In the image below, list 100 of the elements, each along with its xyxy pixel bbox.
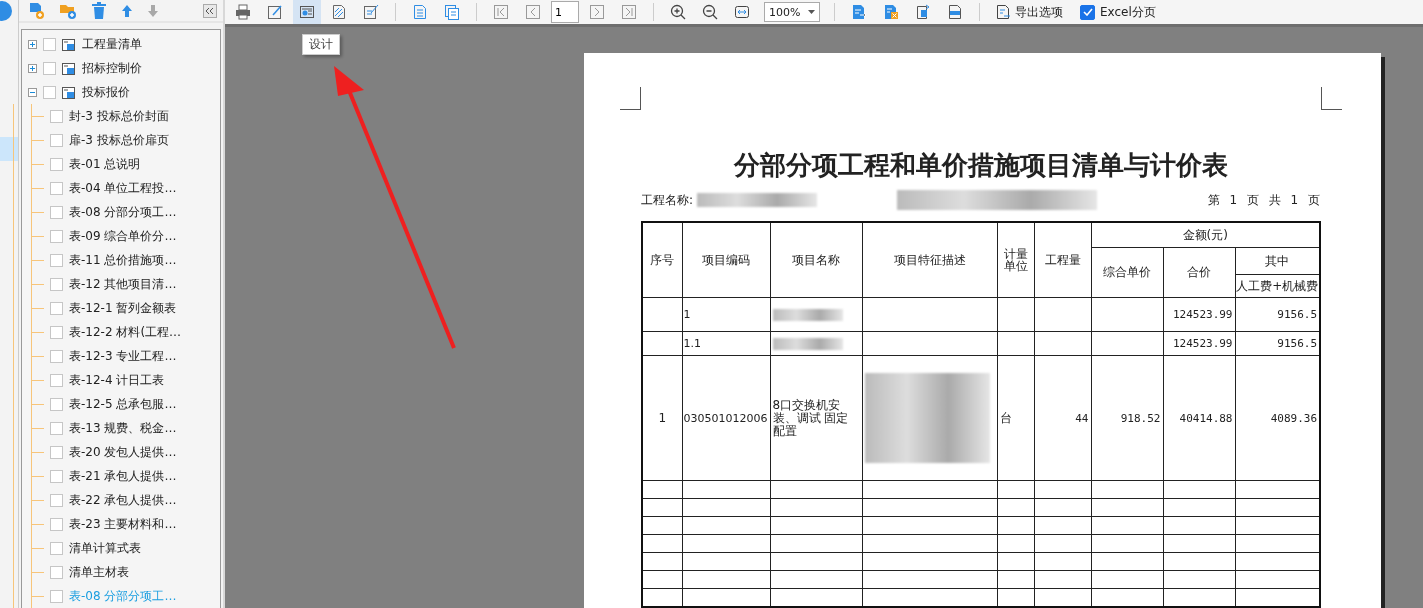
expand-node-icon[interactable] (28, 39, 37, 49)
tree-item[interactable]: 表-21 承包人提供… (69, 467, 177, 485)
checkbox[interactable] (50, 469, 63, 483)
checkbox[interactable] (50, 589, 63, 603)
checkbox[interactable] (43, 61, 56, 75)
tree-item[interactable]: 表-13 规费、税金… (69, 419, 177, 437)
tree-item[interactable]: 表-09 综合单价分… (69, 227, 177, 245)
tree-item[interactable]: 封-3 投标总价封面 (69, 107, 169, 125)
checkbox[interactable] (50, 205, 63, 219)
tree-item[interactable]: 表-12-5 总承包服… (69, 395, 177, 413)
tree-item[interactable]: 表-12 其他项目清… (69, 275, 177, 293)
document-icon (412, 4, 428, 20)
checkbox[interactable] (50, 445, 63, 459)
table-cell: 40414.88 (1163, 355, 1235, 481)
table-cell (1034, 297, 1091, 332)
tree-item[interactable]: 表-22 承包人提供… (69, 491, 177, 509)
zoom-out-icon (702, 4, 718, 20)
tree-item[interactable]: 表-23 主要材料和… (69, 515, 177, 533)
expand-node-icon[interactable] (28, 63, 37, 73)
column-header: 计量单位 (997, 222, 1034, 298)
previous-page-icon (525, 4, 541, 20)
checkbox[interactable] (50, 181, 63, 195)
report-folder-icon (62, 37, 76, 51)
collapse-node-icon[interactable] (28, 87, 37, 97)
page-info: 第 1 页 共 1 页 (1207, 191, 1320, 209)
chart-panel-icon (299, 4, 315, 20)
checkbox[interactable] (43, 37, 56, 51)
checkbox[interactable] (50, 493, 63, 507)
column-header: 工程量 (1034, 222, 1091, 298)
table-cell: 1 (642, 355, 682, 481)
checkbox[interactable] (50, 301, 63, 315)
trash-icon[interactable] (91, 1, 107, 20)
table-cell: 918.52 (1091, 355, 1163, 481)
tree-item[interactable]: 表-20 发包人提供… (69, 443, 177, 461)
export-options-button[interactable]: 导出选项 (990, 0, 1068, 24)
zoom-select[interactable]: 100% (764, 2, 820, 22)
column-header: 项目特征描述 (862, 222, 997, 298)
tree-item[interactable]: 投标报价 (82, 83, 130, 101)
report-folder-icon (62, 61, 76, 75)
checkbox[interactable] (50, 373, 63, 387)
first-page-icon (493, 4, 509, 20)
pencil-icon (267, 4, 283, 20)
export-document-icon (851, 4, 867, 20)
column-header: 序号 (642, 222, 682, 298)
last-page-icon (621, 4, 637, 20)
checkbox[interactable] (50, 541, 63, 555)
table-cell: 030501012006 (682, 355, 770, 481)
table-cell: 124523.99 (1163, 297, 1235, 332)
crop-mark (620, 87, 641, 110)
table-document-icon (915, 4, 931, 20)
checkbox[interactable] (50, 133, 63, 147)
add-file-icon[interactable] (27, 1, 45, 20)
table-cell: 8口交换机安装、调试 固定配置 (770, 355, 862, 481)
printer-icon (235, 4, 251, 20)
checkbox[interactable] (50, 109, 63, 123)
excel-paging-checkbox[interactable]: Excel分页 (1080, 3, 1156, 21)
crop-mark (1321, 87, 1342, 110)
tree-item[interactable]: 表-11 总价措施项… (69, 251, 177, 269)
checkbox[interactable] (50, 157, 63, 171)
checkbox[interactable] (50, 397, 63, 411)
tree-item[interactable]: 表-12-3 专业工程… (69, 347, 177, 365)
tooltip: 设计 (302, 34, 340, 55)
table-cell: 124523.99 (1163, 331, 1235, 356)
tree-item[interactable]: 扉-3 投标总价扉页 (69, 131, 169, 149)
export-options-icon (995, 4, 1011, 20)
project-name-label: 工程名称: (641, 191, 694, 209)
tree-item[interactable]: 工程量清单 (82, 35, 142, 53)
dropdown-caret-icon (808, 10, 815, 14)
table-cell (642, 297, 682, 332)
column-header: 综合单价 (1091, 247, 1163, 298)
table-cell: 台 (997, 355, 1034, 481)
tree-item[interactable]: 清单主材表 (69, 563, 129, 581)
tree-item[interactable]: 表-01 总说明 (69, 155, 141, 173)
tree-item[interactable]: 表-12-1 暂列金额表 (69, 299, 177, 317)
table-cell: 1.1 (682, 331, 770, 356)
column-header: 项目编码 (682, 222, 770, 298)
checkbox[interactable] (50, 277, 63, 291)
collapse-icon[interactable] (203, 3, 217, 18)
tree-item[interactable]: 招标控制价 (82, 59, 142, 77)
checkbox[interactable] (50, 325, 63, 339)
checkbox[interactable] (50, 229, 63, 243)
checkbox[interactable] (50, 349, 63, 363)
tree-item[interactable]: 表-04 单位工程投… (69, 179, 177, 197)
table-cell (997, 331, 1034, 356)
table-cell (642, 331, 682, 356)
tree-item[interactable]: 表-12-2 材料(工程… (69, 323, 182, 341)
page-number-field[interactable]: 1 (551, 1, 579, 23)
fit-width-icon (734, 4, 750, 20)
design-button[interactable] (293, 0, 321, 24)
hatched-page-icon (331, 4, 347, 20)
checkbox[interactable] (50, 565, 63, 579)
tree-item[interactable]: 表-12-4 计日工表 (69, 371, 165, 389)
checkbox[interactable] (43, 85, 56, 99)
checkbox[interactable] (50, 517, 63, 531)
checkbox[interactable] (50, 253, 63, 267)
report-title: 分部分项工程和单价措施项目清单与计价表 (732, 149, 1229, 182)
tree-item[interactable]: 表-08 分部分项工… (69, 203, 177, 221)
checkbox[interactable] (50, 421, 63, 435)
tree-item[interactable]: 清单计算式表 (69, 539, 141, 557)
up-arrow-icon[interactable] (121, 3, 133, 18)
